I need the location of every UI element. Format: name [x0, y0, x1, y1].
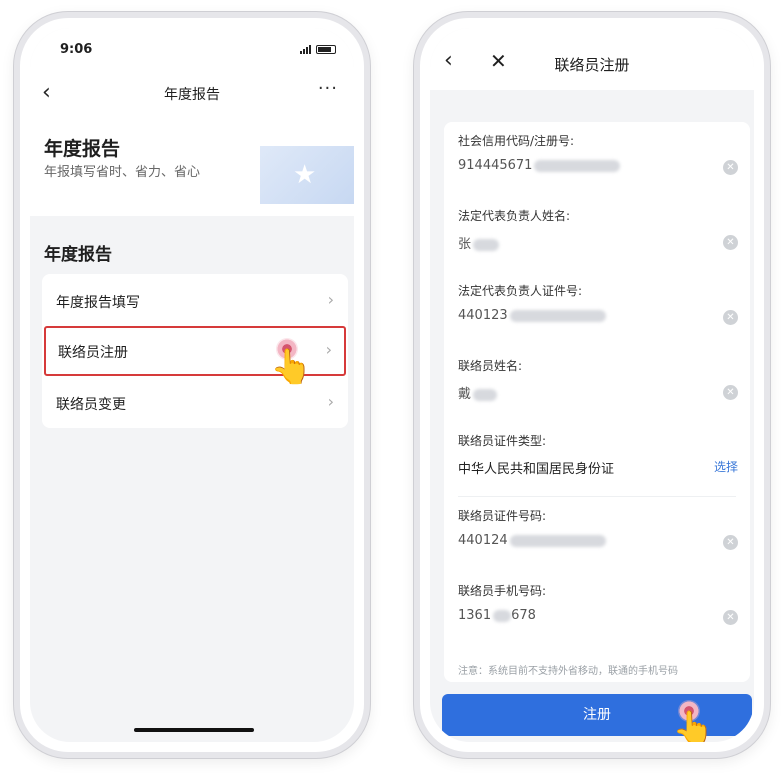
nav-bar: ‹ 年度报告 ···	[30, 72, 354, 116]
status-bar: 9:06	[30, 28, 354, 72]
field-value[interactable]: 914445671	[458, 158, 621, 173]
hero-title: 年度报告	[44, 138, 121, 160]
status-time: 9:06	[60, 42, 93, 57]
field-credit-code[interactable]: 社会信用代码/注册号: 914445671 ✕	[444, 122, 750, 197]
hand-pointer-icon: 👆	[672, 709, 715, 742]
status-icons	[300, 45, 336, 54]
hero-decoration: ★	[260, 146, 354, 204]
field-value[interactable]: 440123	[458, 308, 606, 323]
clear-icon[interactable]: ✕	[723, 610, 738, 625]
field-liaison-name[interactable]: 联络员姓名: 戴 ✕	[444, 347, 750, 422]
registration-form: 社会信用代码/注册号: 914445671 ✕ 法定代表负责人姓名: 张 ✕ 法…	[444, 122, 750, 682]
field-label: 法定代表负责人姓名:	[458, 209, 571, 223]
hero-subtitle: 年报填写省时、省力、省心	[44, 165, 201, 180]
battery-icon	[316, 45, 336, 54]
menu-item-label: 年度报告填写	[56, 295, 140, 311]
field-label: 联络员姓名:	[458, 359, 523, 373]
phone-frame-right: ‹ ✕ 联络员注册 社会信用代码/注册号: 914445671 ✕ 法定代表负责…	[414, 12, 770, 758]
nav-bar: ‹ ✕ 联络员注册	[430, 28, 754, 90]
clear-icon[interactable]: ✕	[723, 160, 738, 175]
field-label: 联络员证件类型:	[458, 434, 547, 448]
field-liaison-id-number[interactable]: 联络员证件号码: 440124 ✕	[444, 497, 750, 572]
field-value[interactable]: 1361 678	[458, 608, 536, 623]
nav-title: 年度报告	[164, 87, 220, 103]
clear-icon[interactable]: ✕	[723, 385, 738, 400]
menu-item-annual-report-fill[interactable]: 年度报告填写 ›	[42, 276, 348, 326]
chevron-right-icon: ›	[327, 290, 334, 309]
chevron-right-icon: ›	[327, 392, 334, 411]
hero-banner: 年度报告 年报填写省时、省力、省心 ★	[30, 116, 354, 216]
field-liaison-id-type[interactable]: 联络员证件类型: 中华人民共和国居民身份证 选择	[444, 422, 750, 497]
field-label: 联络员证件号码:	[458, 509, 547, 523]
clear-icon[interactable]: ✕	[723, 235, 738, 250]
notice-text: 注意：系统目前不支持外省移动，联通的手机号码	[458, 666, 678, 677]
menu-item-label: 联络员变更	[56, 397, 126, 413]
menu-item-label: 联络员注册	[58, 345, 128, 361]
home-indicator	[134, 728, 254, 732]
star-icon: ★	[293, 160, 317, 190]
field-label: 社会信用代码/注册号:	[458, 134, 575, 148]
field-value[interactable]: 戴	[458, 383, 498, 402]
field-legal-rep-id[interactable]: 法定代表负责人证件号: 440123 ✕	[444, 272, 750, 347]
select-link[interactable]: 选择	[714, 458, 738, 475]
field-value[interactable]: 440124	[458, 533, 606, 548]
field-legal-rep-name[interactable]: 法定代表负责人姓名: 张 ✕	[444, 197, 750, 272]
field-value[interactable]: 张	[458, 233, 500, 252]
field-label: 法定代表负责人证件号:	[458, 284, 583, 298]
signal-icon	[300, 45, 311, 54]
clear-icon[interactable]: ✕	[723, 535, 738, 550]
more-icon[interactable]: ···	[318, 78, 338, 99]
hand-pointer-icon: 👆	[270, 347, 313, 387]
chevron-right-icon: ›	[325, 340, 332, 359]
field-label: 联络员手机号码:	[458, 584, 547, 598]
phone-frame-left: 9:06 ‹ 年度报告 ··· 年度报告 年报填写省时、省力、省心 ★ 年度报告…	[14, 12, 370, 758]
liaison-register-screen: ‹ ✕ 联络员注册 社会信用代码/注册号: 914445671 ✕ 法定代表负责…	[430, 28, 754, 742]
annual-report-screen: 9:06 ‹ 年度报告 ··· 年度报告 年报填写省时、省力、省心 ★ 年度报告…	[30, 28, 354, 742]
field-value: 中华人民共和国居民身份证	[458, 462, 615, 477]
section-title: 年度报告	[44, 245, 112, 265]
field-liaison-phone[interactable]: 联络员手机号码: 1361 678 ✕	[444, 572, 750, 647]
clear-icon[interactable]: ✕	[723, 310, 738, 325]
nav-title: 联络员注册	[554, 56, 630, 74]
